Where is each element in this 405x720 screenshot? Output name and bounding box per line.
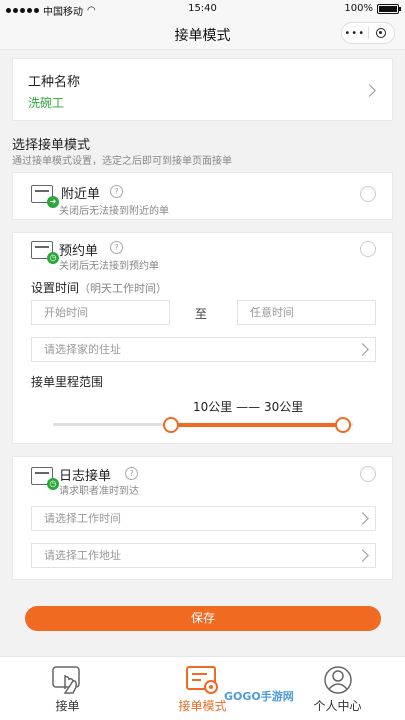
daily-desc: 请求职者准时到达 [59,486,139,497]
more-button[interactable]: ••• [342,28,368,39]
chevron-right-icon [356,549,369,562]
help-icon[interactable]: ? [110,241,123,254]
range-fill [171,423,343,427]
work-address-selector[interactable]: 请选择工作地址 [31,543,376,568]
booking-order-icon: ◷ [31,241,59,264]
tab-orders[interactable]: 接单 [0,657,135,720]
end-time-input[interactable]: 任意时间 [237,300,376,325]
mode-section-title: 选择接单模式 [12,138,91,153]
nearby-order-icon: ➜ [31,185,59,208]
daily-mode-card: ◷ 日志接单 ? 请求职者准时到达 请选择工作时间 请选择工作地址 [12,456,393,580]
daily-order-icon: ◷ [31,467,59,490]
arrow-right-icon: ➜ [47,196,59,208]
close-miniprogram-button[interactable] [369,28,395,38]
home-address-selector[interactable]: 请选择家的住址 [31,337,376,362]
job-type-label: 工种名称 [28,75,81,90]
set-time-text: 设置时间 [31,281,80,295]
help-icon[interactable]: ? [125,467,138,480]
chevron-right-icon [356,343,369,356]
nearby-title: 附近单 [61,187,101,202]
booking-desc: 关闭后无法接到预约单 [59,261,159,272]
nearby-toggle[interactable] [360,186,376,202]
set-time-hint: （明天工作时间） [79,282,168,295]
daily-toggle[interactable] [360,466,376,482]
battery-percent: 100% [344,3,373,14]
range-readout: 10公里 —— 30公里 [193,398,303,415]
target-icon [376,28,387,38]
range-max-label: 30公里 [263,400,304,414]
tab-orders-label: 接单 [55,699,80,713]
to-label: 至 [195,307,208,321]
job-type-selector[interactable]: 工种名称 洗碗工 [12,58,393,121]
range-max-handle[interactable] [335,417,351,433]
user-icon [323,666,352,694]
range-label: 接单里程范围 [31,375,104,389]
mode-section-desc: 通过接单模式设置，选定之后即可到接单页面接单 [12,156,232,167]
nav-bar: 接单模式 ••• [0,18,405,50]
chevron-right-icon [356,512,369,525]
home-address-placeholder: 请选择家的住址 [44,343,121,356]
chevron-right-icon [363,84,376,97]
save-button[interactable]: 保存 [25,606,381,631]
range-min-label: 10公里 [193,400,233,414]
range-min-handle[interactable] [163,417,179,433]
work-address-placeholder: 请选择工作地址 [44,549,121,562]
battery-icon [377,3,401,14]
clock-icon: ◷ [47,478,59,490]
nearby-desc: 关闭后无法接到附近的单 [59,206,169,217]
hand-tap-icon [51,666,80,694]
menu-capsule: ••• [341,22,395,44]
work-time-selector[interactable]: 请选择工作时间 [31,506,376,531]
help-icon[interactable]: ? [110,185,123,198]
work-time-placeholder: 请选择工作时间 [44,512,121,525]
tab-bar: 接单 接单模式 个人中心 [0,656,405,720]
start-time-input[interactable]: 开始时间 [31,300,170,325]
status-bar: 中国移动 ◠ 15:40 100% [0,0,405,18]
set-time-label: 设置时间（明天工作时间） [31,279,167,296]
nearby-mode-card: ➜ 附近单 ? 关闭后无法接到附近的单 [12,172,393,220]
booking-toggle[interactable] [360,241,376,257]
status-right: 100% [344,3,401,14]
range-separator: —— [236,400,261,414]
watermark: GOGO手游网 [224,690,294,703]
booking-mode-card: ◷ 预约单 ? 关闭后无法接到预约单 设置时间（明天工作时间） 开始时间 至 任… [12,232,393,444]
settings-doc-icon [185,666,218,694]
job-type-value: 洗碗工 [28,96,65,110]
clock-icon: ◷ [47,252,59,264]
